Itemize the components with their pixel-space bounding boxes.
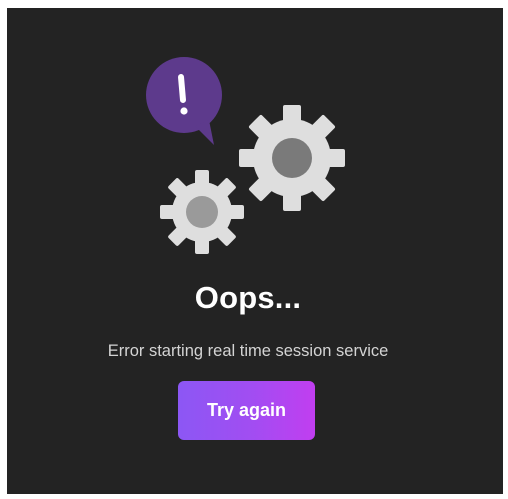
alert-bubble-icon <box>146 57 222 145</box>
small-gear-icon <box>160 170 244 254</box>
error-illustration <box>146 57 345 254</box>
error-title: Oops... <box>194 280 302 315</box>
error-panel: Oops... Error starting real time session… <box>7 8 503 494</box>
large-gear-icon <box>239 105 345 211</box>
error-message: Error starting real time session service <box>107 342 389 360</box>
try-again-button[interactable]: Try again <box>178 381 315 440</box>
